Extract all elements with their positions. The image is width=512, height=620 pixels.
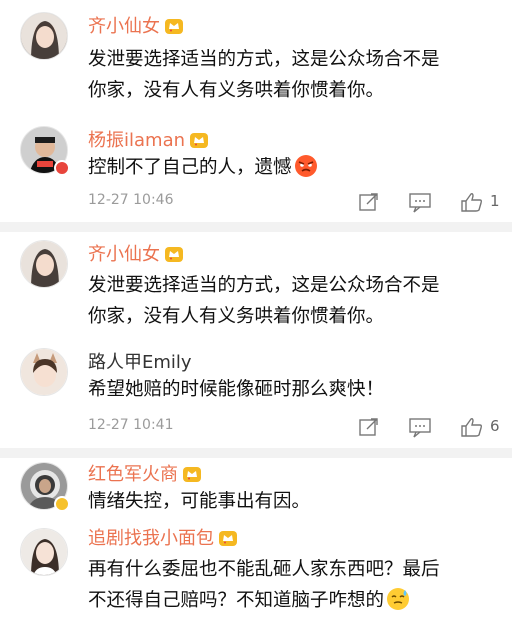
vip-badge-icon: [54, 160, 70, 176]
divider: [0, 448, 512, 458]
crown-icon: [183, 467, 201, 482]
reply-username[interactable]: 路人甲Emily: [88, 352, 192, 374]
comment-username[interactable]: 追剧找我小面包: [88, 528, 238, 550]
crown-icon: [165, 19, 183, 34]
reply-timestamp: 12-27 10:46: [88, 192, 174, 208]
comment-thread: 齐小仙女 发泄要选择适当的方式，这是公众场合不是 你家，没有人有义务哄着你惯着你…: [0, 232, 512, 447]
like-count: 6: [490, 417, 500, 435]
share-icon[interactable]: [358, 415, 380, 439]
comment-username[interactable]: 红色军火商: [88, 464, 202, 486]
crown-icon: [165, 247, 183, 262]
avatar[interactable]: [20, 240, 68, 288]
reply-username[interactable]: 杨振ilaman: [88, 130, 209, 152]
reply-actions: 1: [342, 190, 512, 214]
avatar[interactable]: [20, 348, 68, 396]
comment-username[interactable]: 齐小仙女: [88, 244, 184, 266]
comment-text: 发泄要选择适当的方式，这是公众场合不是 你家，没有人有义务哄着你惯着你。: [88, 275, 440, 327]
avatar[interactable]: [20, 12, 68, 60]
comment-item: 红色军火商 情绪失控，可能事出有因。: [0, 458, 512, 520]
comment-thread: 齐小仙女 发泄要选择适当的方式，这是公众场合不是 你家，没有人有义务哄着你惯着你…: [0, 0, 512, 218]
crown-icon: [190, 133, 209, 148]
share-icon[interactable]: [358, 190, 380, 214]
comment-icon[interactable]: [408, 415, 432, 439]
sweat-face-icon: [387, 588, 410, 610]
reply-timestamp: 12-27 10:41: [88, 417, 174, 433]
comment-text: 发泄要选择适当的方式，这是公众场合不是 你家，没有人有义务哄着你惯着你。: [88, 49, 440, 101]
divider: [0, 222, 512, 232]
comment-text: 再有什么委屈也不能乱砸人家东西吧？最后 不还得自己赔吗？不知道脑子咋想的: [88, 559, 440, 611]
comment-item: 追剧找我小面包 再有什么委屈也不能乱砸人家东西吧？最后 不还得自己赔吗？不知道脑…: [0, 522, 512, 620]
like-icon[interactable]: [460, 190, 484, 214]
reply-text: 希望她赔的时候能像砸时那么爽快！: [88, 379, 385, 400]
crown-icon: [219, 531, 237, 546]
reply-text: 控制不了自己的人，遗憾: [88, 152, 318, 183]
reply-actions: 6: [342, 415, 512, 439]
comment-icon[interactable]: [408, 190, 432, 214]
comment-text: 情绪失控，可能事出有因。: [88, 491, 311, 512]
angry-face-icon: [294, 155, 317, 177]
like-icon[interactable]: [460, 415, 484, 439]
avatar[interactable]: [20, 528, 68, 576]
comment-username[interactable]: 齐小仙女: [88, 16, 184, 38]
like-count: 1: [490, 192, 500, 210]
verified-badge-icon: [54, 496, 70, 512]
